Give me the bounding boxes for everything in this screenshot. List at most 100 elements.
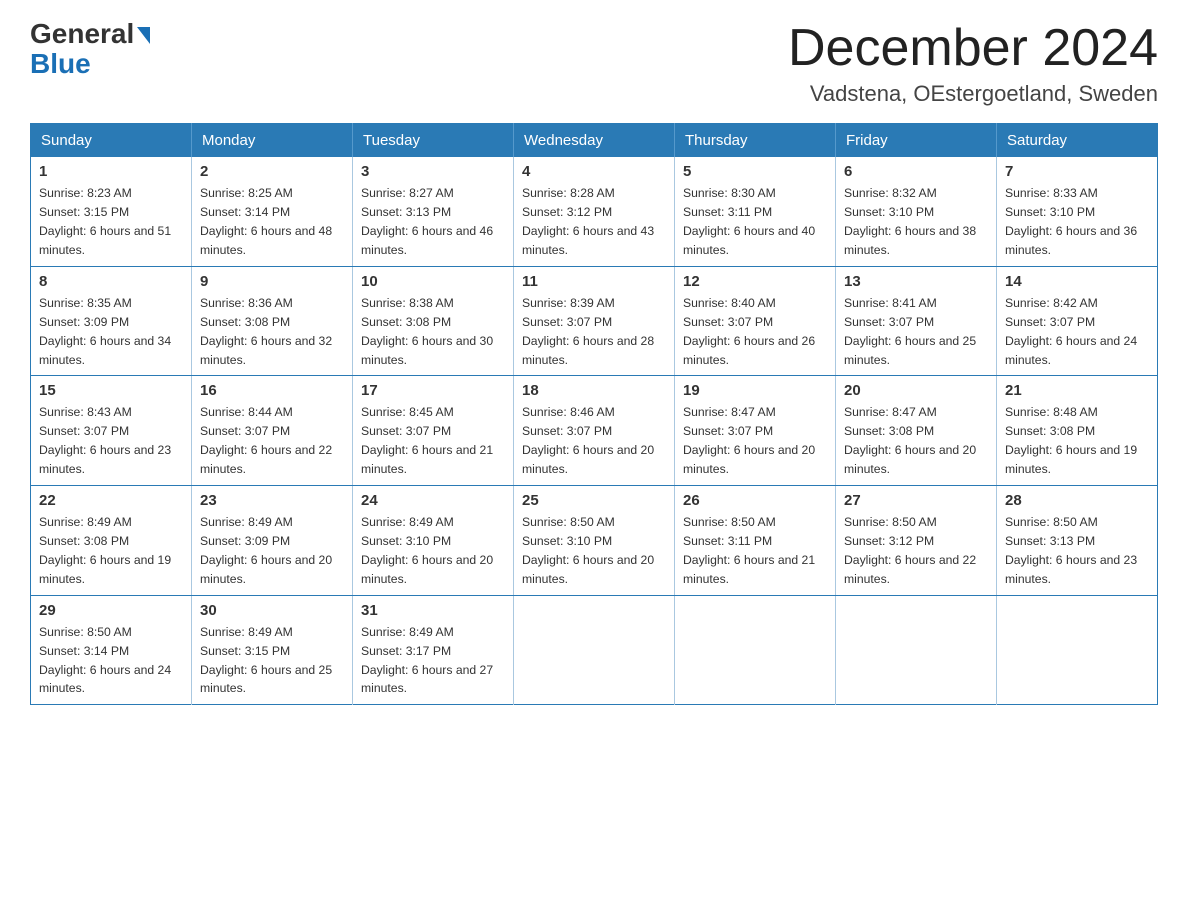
calendar-cell: 16 Sunrise: 8:44 AMSunset: 3:07 PMDayligh… (192, 376, 353, 486)
calendar-cell: 26 Sunrise: 8:50 AMSunset: 3:11 PMDayligh… (675, 486, 836, 596)
day-number: 8 (39, 273, 183, 290)
day-info: Sunrise: 8:42 AMSunset: 3:07 PMDaylight:… (1005, 294, 1149, 370)
calendar-cell: 27 Sunrise: 8:50 AMSunset: 3:12 PMDayligh… (836, 486, 997, 596)
col-header-sunday: Sunday (31, 124, 192, 158)
day-number: 23 (200, 492, 344, 509)
day-number: 21 (1005, 382, 1149, 399)
day-info: Sunrise: 8:28 AMSunset: 3:12 PMDaylight:… (522, 184, 666, 260)
day-number: 16 (200, 382, 344, 399)
calendar-cell: 19 Sunrise: 8:47 AMSunset: 3:07 PMDayligh… (675, 376, 836, 486)
calendar-week-row: 1Sunrise: 8:23 AMSunset: 3:15 PMDaylight… (31, 157, 1158, 266)
day-number: 17 (361, 382, 505, 399)
calendar-cell: 25Sunrise: 8:50 AMSunset: 3:10 PMDayligh… (514, 486, 675, 596)
calendar-cell: 7 Sunrise: 8:33 AMSunset: 3:10 PMDaylight… (997, 157, 1158, 266)
calendar-header-row: SundayMondayTuesdayWednesdayThursdayFrid… (31, 124, 1158, 158)
day-info: Sunrise: 8:49 AMSunset: 3:09 PMDaylight:… (200, 513, 344, 589)
day-number: 3 (361, 163, 505, 180)
calendar-week-row: 29 Sunrise: 8:50 AMSunset: 3:14 PMDayligh… (31, 595, 1158, 705)
col-header-thursday: Thursday (675, 124, 836, 158)
day-number: 30 (200, 602, 344, 619)
day-info: Sunrise: 8:46 AMSunset: 3:07 PMDaylight:… (522, 403, 666, 479)
calendar-cell: 31 Sunrise: 8:49 AMSunset: 3:17 PMDayligh… (353, 595, 514, 705)
day-info: Sunrise: 8:50 AMSunset: 3:11 PMDaylight:… (683, 513, 827, 589)
day-number: 9 (200, 273, 344, 290)
calendar-cell: 30Sunrise: 8:49 AMSunset: 3:15 PMDayligh… (192, 595, 353, 705)
calendar-cell: 13 Sunrise: 8:41 AMSunset: 3:07 PMDayligh… (836, 266, 997, 376)
day-number: 14 (1005, 273, 1149, 290)
calendar-cell (675, 595, 836, 705)
calendar-cell: 24 Sunrise: 8:49 AMSunset: 3:10 PMDayligh… (353, 486, 514, 596)
day-info: Sunrise: 8:36 AMSunset: 3:08 PMDaylight:… (200, 294, 344, 370)
calendar-cell (836, 595, 997, 705)
calendar-cell: 28 Sunrise: 8:50 AMSunset: 3:13 PMDayligh… (997, 486, 1158, 596)
calendar-week-row: 15Sunrise: 8:43 AMSunset: 3:07 PMDayligh… (31, 376, 1158, 486)
day-info: Sunrise: 8:38 AMSunset: 3:08 PMDaylight:… (361, 294, 505, 370)
day-number: 10 (361, 273, 505, 290)
day-info: Sunrise: 8:50 AMSunset: 3:14 PMDaylight:… (39, 623, 183, 699)
day-number: 1 (39, 163, 183, 180)
calendar-cell: 4 Sunrise: 8:28 AMSunset: 3:12 PMDaylight… (514, 157, 675, 266)
day-number: 12 (683, 273, 827, 290)
logo: General Blue (30, 20, 150, 80)
day-number: 29 (39, 602, 183, 619)
day-number: 2 (200, 163, 344, 180)
col-header-monday: Monday (192, 124, 353, 158)
day-info: Sunrise: 8:39 AMSunset: 3:07 PMDaylight:… (522, 294, 666, 370)
day-number: 22 (39, 492, 183, 509)
day-info: Sunrise: 8:32 AMSunset: 3:10 PMDaylight:… (844, 184, 988, 260)
calendar-cell: 23 Sunrise: 8:49 AMSunset: 3:09 PMDayligh… (192, 486, 353, 596)
calendar-table: SundayMondayTuesdayWednesdayThursdayFrid… (30, 123, 1158, 705)
calendar-cell (997, 595, 1158, 705)
day-number: 18 (522, 382, 666, 399)
day-info: Sunrise: 8:47 AMSunset: 3:07 PMDaylight:… (683, 403, 827, 479)
calendar-cell: 20 Sunrise: 8:47 AMSunset: 3:08 PMDayligh… (836, 376, 997, 486)
col-header-friday: Friday (836, 124, 997, 158)
day-info: Sunrise: 8:25 AMSunset: 3:14 PMDaylight:… (200, 184, 344, 260)
day-number: 20 (844, 382, 988, 399)
day-info: Sunrise: 8:27 AMSunset: 3:13 PMDaylight:… (361, 184, 505, 260)
day-info: Sunrise: 8:44 AMSunset: 3:07 PMDaylight:… (200, 403, 344, 479)
day-number: 4 (522, 163, 666, 180)
calendar-cell (514, 595, 675, 705)
calendar-cell: 3 Sunrise: 8:27 AMSunset: 3:13 PMDaylight… (353, 157, 514, 266)
day-number: 24 (361, 492, 505, 509)
day-info: Sunrise: 8:50 AMSunset: 3:13 PMDaylight:… (1005, 513, 1149, 589)
day-number: 19 (683, 382, 827, 399)
day-number: 26 (683, 492, 827, 509)
title-area: December 2024 Vadstena, OEstergoetland, … (788, 20, 1158, 107)
day-info: Sunrise: 8:30 AMSunset: 3:11 PMDaylight:… (683, 184, 827, 260)
day-info: Sunrise: 8:49 AMSunset: 3:08 PMDaylight:… (39, 513, 183, 589)
day-number: 13 (844, 273, 988, 290)
day-number: 27 (844, 492, 988, 509)
calendar-cell: 14 Sunrise: 8:42 AMSunset: 3:07 PMDayligh… (997, 266, 1158, 376)
day-info: Sunrise: 8:50 AMSunset: 3:12 PMDaylight:… (844, 513, 988, 589)
calendar-cell: 8 Sunrise: 8:35 AMSunset: 3:09 PMDaylight… (31, 266, 192, 376)
day-info: Sunrise: 8:35 AMSunset: 3:09 PMDaylight:… (39, 294, 183, 370)
day-info: Sunrise: 8:45 AMSunset: 3:07 PMDaylight:… (361, 403, 505, 479)
day-number: 25 (522, 492, 666, 509)
day-number: 31 (361, 602, 505, 619)
day-info: Sunrise: 8:43 AMSunset: 3:07 PMDaylight:… (39, 403, 183, 479)
logo-arrow-icon (137, 27, 150, 44)
logo-blue-text: Blue (30, 48, 91, 79)
calendar-cell: 17 Sunrise: 8:45 AMSunset: 3:07 PMDayligh… (353, 376, 514, 486)
calendar-cell: 10 Sunrise: 8:38 AMSunset: 3:08 PMDayligh… (353, 266, 514, 376)
day-info: Sunrise: 8:49 AMSunset: 3:10 PMDaylight:… (361, 513, 505, 589)
calendar-cell: 6Sunrise: 8:32 AMSunset: 3:10 PMDaylight… (836, 157, 997, 266)
calendar-cell: 15Sunrise: 8:43 AMSunset: 3:07 PMDayligh… (31, 376, 192, 486)
calendar-cell: 5Sunrise: 8:30 AMSunset: 3:11 PMDaylight… (675, 157, 836, 266)
day-number: 7 (1005, 163, 1149, 180)
col-header-wednesday: Wednesday (514, 124, 675, 158)
day-number: 28 (1005, 492, 1149, 509)
col-header-tuesday: Tuesday (353, 124, 514, 158)
calendar-cell: 9 Sunrise: 8:36 AMSunset: 3:08 PMDaylight… (192, 266, 353, 376)
day-info: Sunrise: 8:41 AMSunset: 3:07 PMDaylight:… (844, 294, 988, 370)
day-info: Sunrise: 8:33 AMSunset: 3:10 PMDaylight:… (1005, 184, 1149, 260)
col-header-saturday: Saturday (997, 124, 1158, 158)
logo-text: General (30, 20, 150, 48)
location-title: Vadstena, OEstergoetland, Sweden (788, 81, 1158, 107)
month-title: December 2024 (788, 20, 1158, 77)
day-info: Sunrise: 8:47 AMSunset: 3:08 PMDaylight:… (844, 403, 988, 479)
day-info: Sunrise: 8:49 AMSunset: 3:17 PMDaylight:… (361, 623, 505, 699)
calendar-week-row: 8 Sunrise: 8:35 AMSunset: 3:09 PMDaylight… (31, 266, 1158, 376)
